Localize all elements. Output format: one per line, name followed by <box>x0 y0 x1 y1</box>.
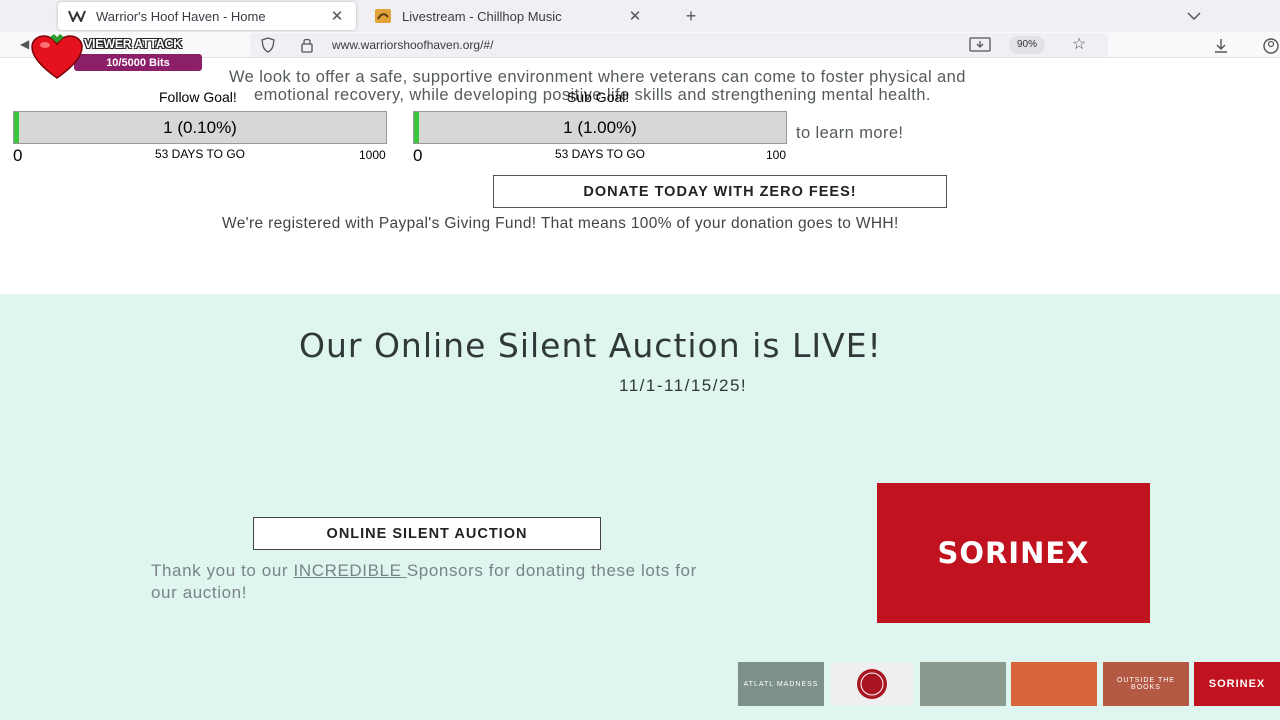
sub-goal-value: 1 (1.00%) <box>563 117 637 137</box>
web-page: We look to offer a safe, supportive envi… <box>0 58 1280 720</box>
viewer-attack-widget: 10/5000 Bits VIEWER ATTACK <box>30 34 202 79</box>
sub-goal-label: Sub Goal! <box>567 89 630 105</box>
auction-dates: 11/1-11/15/25! <box>619 376 748 395</box>
tab-title: Warrior's Hoof Haven - Home <box>96 8 266 24</box>
online-silent-auction-button[interactable]: ONLINE SILENT AUCTION <box>253 517 601 550</box>
close-icon[interactable]: ✕ <box>624 5 646 27</box>
chevron-down-icon[interactable] <box>1184 6 1204 26</box>
viewer-attack-title: VIEWER ATTACK <box>84 37 182 51</box>
sponsor-thanks: Thank you to our INCREDIBLE Sponsors for… <box>151 560 711 604</box>
url-text: www.warriorshoofhaven.org/#/ <box>332 38 494 52</box>
donate-button[interactable]: DONATE TODAY WITH ZERO FEES! <box>493 175 947 208</box>
auction-heading: Our Online Silent Auction is LIVE! <box>299 326 882 365</box>
new-tab-plus-icon[interactable]: + <box>680 5 702 27</box>
screen: Warrior's Hoof Haven - Home ✕ Livestream… <box>0 0 1280 720</box>
thumbnail-photo-lot[interactable] <box>920 662 1006 706</box>
follow-goal-value: 1 (0.10%) <box>163 117 237 137</box>
close-icon[interactable]: ✕ <box>326 5 348 27</box>
sub-goal-max: 100 <box>766 148 787 162</box>
sub-goal-days: 53 DAYS TO GO <box>554 147 646 161</box>
lock-icon[interactable] <box>300 37 314 53</box>
thumbnail-outside-the-books[interactable]: OUTSIDE THE BOOKS <box>1103 662 1189 706</box>
bookmark-star-icon[interactable]: ☆ <box>1070 36 1088 54</box>
browser-tab-bar: Warrior's Hoof Haven - Home ✕ Livestream… <box>0 0 1280 32</box>
auction-thumbnail-strip: ATLATL MADNESS OUTSIDE THE BOOKS SORINEX <box>738 662 1280 706</box>
mission-line-1: We look to offer a safe, supportive envi… <box>229 68 966 86</box>
address-bar[interactable]: www.warriorshoofhaven.org/#/ 90% ☆ <box>250 33 1108 57</box>
wix-w-icon <box>68 9 86 23</box>
tab-warriors-hoof-haven[interactable]: Warrior's Hoof Haven - Home ✕ <box>58 2 356 30</box>
learn-more-text: to learn more! <box>796 124 904 142</box>
sub-goal-bar: 1 (1.00%) <box>413 111 787 144</box>
thumbnail-label: SORINEX <box>1208 678 1266 690</box>
thumbnail-label: ATLATL MADNESS <box>743 680 819 688</box>
follow-goal-days: 53 DAYS TO GO <box>154 147 246 161</box>
chipotle-logo-icon <box>857 669 887 699</box>
paypal-giving-fund-note: We're registered with Paypal's Giving Fu… <box>222 215 899 232</box>
thanks-text-pre: Thank you to our <box>151 561 294 580</box>
sub-goal-widget: Sub Goal! 1 (1.00%) 0 53 DAYS TO GO 100 <box>413 89 793 169</box>
sorinex-logo[interactable]: SORINEX <box>877 483 1150 623</box>
sorinex-logo-text: SORINEX <box>937 536 1090 570</box>
follow-goal-widget: Follow Goal! 1 (0.10%) 0 53 DAYS TO GO 1… <box>13 89 393 169</box>
chillhop-icon <box>374 9 392 23</box>
strawberry-heart-icon <box>31 34 83 79</box>
tab-chillhop-livestream[interactable]: Livestream - Chillhop Music ✕ <box>364 2 654 30</box>
download-icon[interactable] <box>1212 37 1230 55</box>
bits-progress: 10/5000 Bits <box>74 54 202 71</box>
zoom-level-badge[interactable]: 90% <box>1009 36 1046 54</box>
thumbnail-chipotle[interactable] <box>830 662 914 706</box>
account-icon[interactable] <box>1262 37 1280 55</box>
follow-goal-bar: 1 (0.10%) <box>13 111 387 144</box>
tab-title: Livestream - Chillhop Music <box>402 8 562 24</box>
thumbnail-orange-lot[interactable] <box>1011 662 1097 706</box>
shield-icon[interactable] <box>260 37 276 53</box>
reader-view-icon[interactable] <box>968 37 992 53</box>
incredible-sponsors-link[interactable]: INCREDIBLE <box>294 561 407 580</box>
auction-section: Our Online Silent Auction is LIVE! 11/1-… <box>0 294 1280 720</box>
thumbnail-atlatl-madness[interactable]: ATLATL MADNESS <box>738 662 824 706</box>
thumbnail-label: OUTSIDE THE BOOKS <box>1117 677 1175 691</box>
follow-goal-max: 1000 <box>359 148 386 162</box>
follow-goal-label: Follow Goal! <box>159 89 237 105</box>
thumbnail-sorinex[interactable]: SORINEX <box>1194 662 1280 706</box>
